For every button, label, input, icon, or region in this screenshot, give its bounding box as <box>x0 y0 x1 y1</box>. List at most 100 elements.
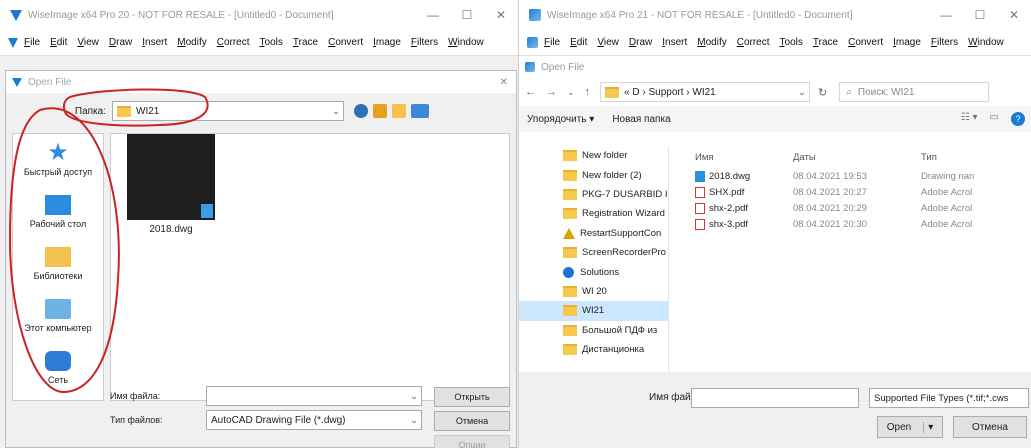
up-arrow-icon[interactable]: ↑ <box>585 86 591 98</box>
new-folder-button[interactable]: Новая папка <box>612 114 670 125</box>
left-titlebar: WiseImage x64 Pro 20 - NOT FOR RESALE - … <box>0 0 518 30</box>
minimize-icon[interactable]: — <box>416 8 450 22</box>
tree-item-selected[interactable]: WI21 <box>519 301 668 321</box>
star-icon: ★ <box>47 139 69 166</box>
tree-item[interactable]: ScreenRecorderPro <box>519 243 668 262</box>
menu-modify[interactable]: Modify <box>177 37 206 48</box>
table-row[interactable]: SHX.pdf 08.04.2021 20:27 Adobe Acrol <box>671 184 1031 200</box>
filetype-label: Тип файлов: <box>110 415 163 425</box>
menu-filters[interactable]: Filters <box>411 37 438 48</box>
menu-window[interactable]: Window <box>448 37 484 48</box>
menu-image[interactable]: Image <box>893 37 921 48</box>
tree-item[interactable]: RestartSupportCon <box>519 224 668 243</box>
tree-item[interactable]: Registration Wizard <box>519 204 668 223</box>
column-type[interactable]: Тип <box>921 152 1031 163</box>
warning-icon <box>563 227 575 239</box>
menu-file[interactable]: File <box>544 37 560 48</box>
tree-item[interactable]: Большой ПДФ из <box>519 321 668 340</box>
options-button[interactable]: Опции <box>434 435 510 448</box>
search-input[interactable]: ⌕ Поиск: WI21 <box>839 82 990 102</box>
file-thumbnail[interactable] <box>127 134 215 220</box>
menu-convert[interactable]: Convert <box>328 37 363 48</box>
tree-item[interactable]: New folder (2) <box>519 165 668 184</box>
close-icon[interactable]: ✕ <box>997 8 1031 22</box>
dropdown-arrow-icon[interactable]: ▾ <box>923 421 933 433</box>
menu-insert[interactable]: Insert <box>142 37 167 48</box>
chevron-down-icon[interactable]: ⌄ <box>329 106 343 117</box>
horizontal-scrollbar[interactable] <box>519 372 1031 382</box>
menu-trace[interactable]: Trace <box>293 37 318 48</box>
menu-correct[interactable]: Correct <box>737 37 770 48</box>
cancel-button[interactable]: Отмена <box>953 416 1027 438</box>
menu-insert[interactable]: Insert <box>662 37 687 48</box>
menu-image[interactable]: Image <box>373 37 401 48</box>
column-date[interactable]: Даты <box>793 152 921 163</box>
chevron-down-icon[interactable]: ⌄ <box>795 87 809 98</box>
minimize-icon[interactable]: — <box>929 8 963 22</box>
tree-item[interactable]: Дистанционка <box>519 340 668 359</box>
menu-file[interactable]: File <box>24 37 40 48</box>
tree-item[interactable]: WI 20 <box>519 282 668 301</box>
look-in-value: WI21 <box>136 105 160 117</box>
open-button[interactable]: Open ▾ <box>877 416 943 438</box>
chevron-down-icon[interactable]: ⌄ <box>407 391 421 402</box>
tree-item[interactable]: PKG-7 DUSARBID II <box>519 185 668 204</box>
file-list: Имя Даты Тип 2018.dwg 08.04.2021 19:53 D… <box>671 146 1031 372</box>
menu-filters[interactable]: Filters <box>931 37 958 48</box>
menu-tools[interactable]: Tools <box>260 37 283 48</box>
forward-arrow-icon[interactable]: → <box>546 86 557 98</box>
open-file-dialog-right: Open File ← → ⌄ ↑ « D › Support › WI21 ⌄… <box>519 56 1031 448</box>
place-network[interactable]: Сеть <box>13 342 103 394</box>
menu-edit[interactable]: Edit <box>570 37 587 48</box>
tree-item[interactable]: Solutions <box>519 262 668 281</box>
dialog-close-icon[interactable]: ✕ <box>500 77 508 88</box>
file-type: Adobe Acrol <box>921 218 973 230</box>
table-row[interactable]: shx-3.pdf 08.04.2021 20:30 Adobe Acrol <box>671 216 1031 232</box>
filename-input[interactable] <box>691 388 859 408</box>
menu-window[interactable]: Window <box>968 37 1004 48</box>
up-folder-icon[interactable] <box>373 104 387 118</box>
tree-item[interactable]: New folder <box>519 146 668 165</box>
place-desktop[interactable]: Рабочий стол <box>13 186 103 238</box>
view-options-icon[interactable]: ☷ ▾ <box>961 112 978 126</box>
menu-trace[interactable]: Trace <box>813 37 838 48</box>
menu-draw[interactable]: Draw <box>629 37 652 48</box>
menu-view[interactable]: View <box>597 37 619 48</box>
menu-convert[interactable]: Convert <box>848 37 883 48</box>
place-libraries[interactable]: Библиотеки <box>13 238 103 290</box>
back-icon[interactable] <box>354 104 368 118</box>
place-quick-access[interactable]: ★ Быстрый доступ <box>13 134 103 186</box>
menu-edit[interactable]: Edit <box>50 37 67 48</box>
file-name-label[interactable]: 2018.dwg <box>127 224 215 235</box>
file-date: 08.04.2021 20:27 <box>793 186 867 198</box>
cancel-button[interactable]: Отмена <box>434 411 510 431</box>
menu-draw[interactable]: Draw <box>109 37 132 48</box>
open-button[interactable]: Открыть <box>434 387 510 407</box>
new-folder-icon[interactable] <box>392 104 406 118</box>
maximize-icon[interactable]: ☐ <box>963 8 997 22</box>
place-this-pc[interactable]: Этот компьютер <box>13 290 103 342</box>
refresh-icon[interactable]: ↻ <box>818 86 827 99</box>
menu-tools[interactable]: Tools <box>780 37 803 48</box>
address-bar[interactable]: « D › Support › WI21 ⌄ <box>600 82 811 102</box>
column-name[interactable]: Имя <box>671 152 793 163</box>
recent-chevron-icon[interactable]: ⌄ <box>567 87 575 98</box>
filename-input[interactable]: ⌄ <box>206 386 422 406</box>
menu-modify[interactable]: Modify <box>697 37 726 48</box>
back-arrow-icon[interactable]: ← <box>525 86 536 98</box>
menu-correct[interactable]: Correct <box>217 37 250 48</box>
filetype-select[interactable]: Supported File Types (*.tif;*.cws <box>869 388 1029 408</box>
look-in-combo[interactable]: WI21 ⌄ <box>112 101 344 121</box>
help-icon[interactable]: ? <box>1011 112 1025 126</box>
close-icon[interactable]: ✕ <box>484 8 518 22</box>
maximize-icon[interactable]: ☐ <box>450 8 484 22</box>
menu-view[interactable]: View <box>77 37 99 48</box>
table-row[interactable]: shx-2.pdf 08.04.2021 20:29 Adobe Acrol <box>671 200 1031 216</box>
view-menu-icon[interactable] <box>411 104 429 118</box>
chevron-down-icon[interactable]: ⌄ <box>407 415 421 426</box>
table-row[interactable]: 2018.dwg 08.04.2021 19:53 Drawing nan <box>671 168 1031 184</box>
preview-pane-icon[interactable]: ▭ <box>990 112 999 126</box>
filetype-select[interactable]: AutoCAD Drawing File (*.dwg) ⌄ <box>206 410 422 430</box>
organize-button[interactable]: Упорядочить ▾ <box>527 114 594 125</box>
folder-icon <box>563 324 577 336</box>
